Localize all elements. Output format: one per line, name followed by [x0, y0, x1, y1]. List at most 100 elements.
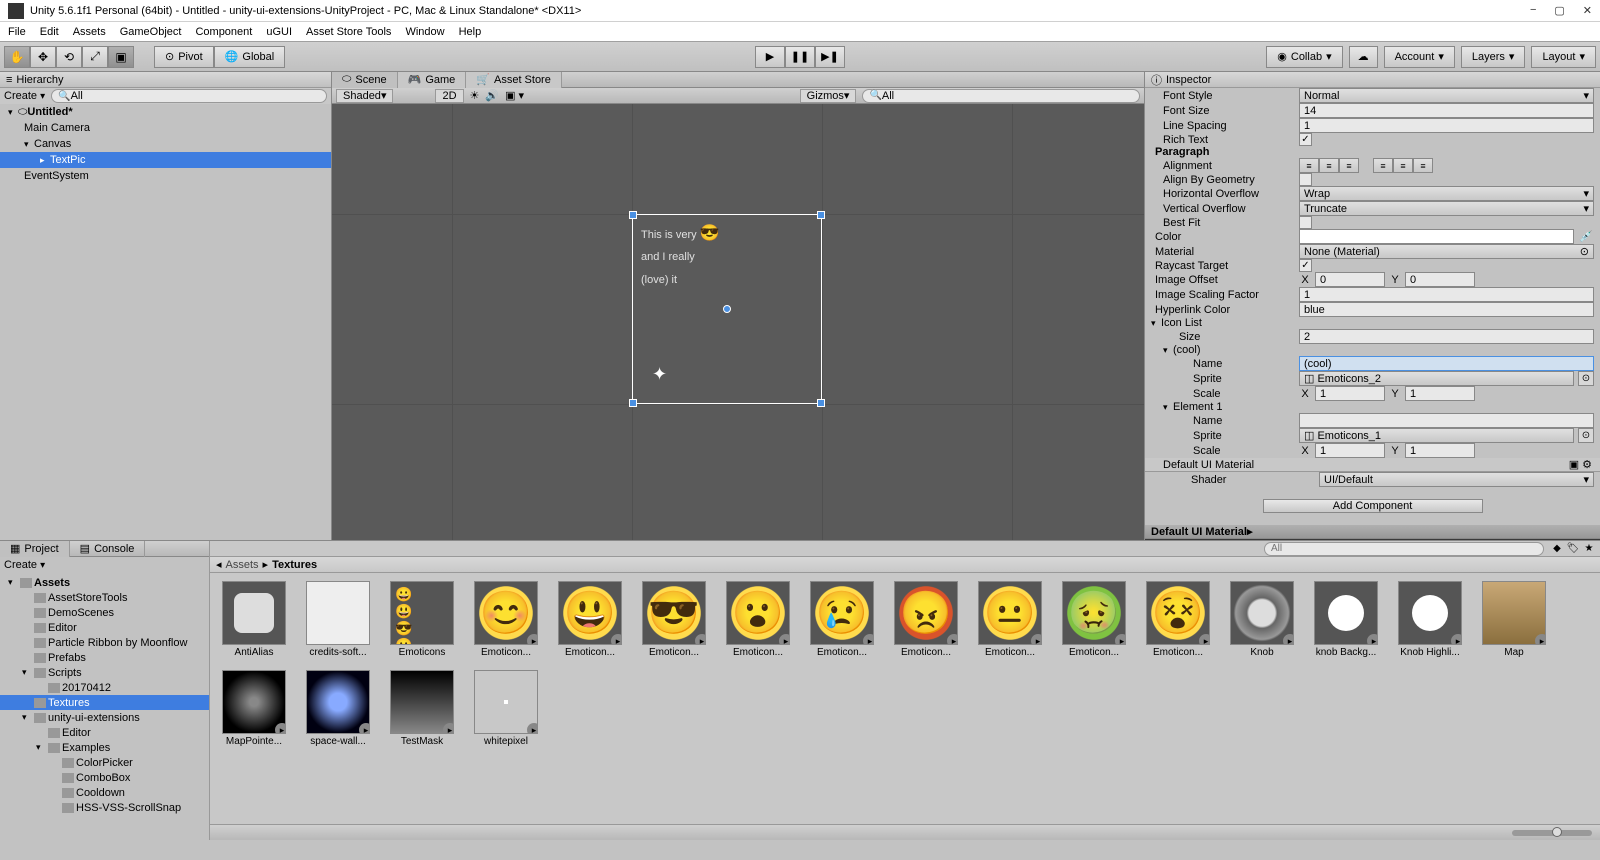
eyedropper-icon[interactable]: 💉 [1578, 229, 1594, 244]
pause-button[interactable]: ❚❚ [785, 46, 815, 68]
asset-knob-backg-[interactable]: knob Backg... [1310, 581, 1382, 658]
cool-expander[interactable]: ▾ [1163, 345, 1173, 356]
asset-antialias[interactable]: AntiAlias [218, 581, 290, 658]
cool-sprite-field[interactable]: ◫ Emoticons_2 [1299, 371, 1574, 386]
project-tree-cooldown[interactable]: Cooldown [0, 785, 209, 800]
project-tree-editor[interactable]: Editor [0, 620, 209, 635]
cool-name-input[interactable] [1299, 356, 1594, 371]
tab-console[interactable]: ▤ Console [70, 541, 146, 557]
close-button[interactable]: ✕ [1583, 4, 1592, 17]
zoom-slider[interactable] [1512, 830, 1592, 836]
asset-emoticon-[interactable]: 😎Emoticon... [638, 581, 710, 658]
align-bottom[interactable]: ≡ [1413, 158, 1433, 173]
project-create[interactable]: Create ▾ [4, 559, 45, 571]
scene-gizmos[interactable]: Gizmos ▾ [800, 89, 857, 103]
project-tree-hss-vss-scrollsnap[interactable]: HSS-VSS-ScrollSnap [0, 800, 209, 815]
cloud-button[interactable]: ☁ [1349, 46, 1378, 68]
elem1-scale-x[interactable] [1315, 443, 1385, 458]
breadcrumb-textures[interactable]: Textures [272, 559, 317, 571]
best-fit-checkbox[interactable] [1299, 216, 1312, 229]
rotate-tool[interactable]: ⟲ [56, 46, 82, 68]
scale-tool[interactable]: ⤢ [82, 46, 108, 68]
hyperlink-color-input[interactable] [1299, 302, 1594, 317]
move-tool[interactable]: ✥ [30, 46, 56, 68]
scene-light-icon[interactable]: ☀ [470, 89, 480, 102]
tab-game[interactable]: 🎮 Game [398, 72, 467, 88]
shader-dropdown[interactable]: UI/Default▾ [1319, 472, 1594, 487]
rich-text-checkbox[interactable]: ✓ [1299, 133, 1312, 146]
asset-emoticon-[interactable]: 😃Emoticon... [554, 581, 626, 658]
asset-emoticon-[interactable]: 😠Emoticon... [890, 581, 962, 658]
material-field[interactable]: None (Material)⊙ [1299, 244, 1594, 259]
asset-emoticon-[interactable]: 😐Emoticon... [974, 581, 1046, 658]
size-input[interactable] [1299, 329, 1594, 344]
project-tree-examples[interactable]: ▾ Examples [0, 740, 209, 755]
project-tree-combobox[interactable]: ComboBox [0, 770, 209, 785]
breadcrumb-assets[interactable]: Assets [226, 559, 259, 571]
play-button[interactable]: ▶ [755, 46, 785, 68]
h-overflow-dropdown[interactable]: Wrap▾ [1299, 186, 1594, 201]
asset-credits-soft-[interactable]: credits-soft... [302, 581, 374, 658]
cool-scale-x[interactable] [1315, 386, 1385, 401]
project-tree-assets[interactable]: ▾ Assets [0, 575, 209, 590]
scene-fx-icon[interactable]: ▣ ▾ [505, 89, 524, 102]
hand-tool[interactable]: ✋ [4, 46, 30, 68]
elem1-sprite-picker[interactable]: ⊙ [1578, 428, 1594, 443]
project-tree-demoscenes[interactable]: DemoScenes [0, 605, 209, 620]
menu-component[interactable]: Component [195, 26, 252, 38]
menu-ugui[interactable]: uGUI [266, 26, 292, 38]
asset-emoticons[interactable]: 😀😃😎😮😢😠Emoticons [386, 581, 458, 658]
project-tree-scripts[interactable]: ▾ Scripts [0, 665, 209, 680]
scene-render-mode[interactable]: Shaded ▾ [336, 89, 393, 103]
iconlist-expander[interactable]: ▾ [1151, 318, 1161, 329]
hierarchy-item-eventsystem[interactable]: EventSystem [0, 168, 331, 184]
maximize-button[interactable]: ▢ [1554, 4, 1564, 17]
asset-map[interactable]: Map [1478, 581, 1550, 658]
font-size-input[interactable] [1299, 103, 1594, 118]
font-style-dropdown[interactable]: Normal▾ [1299, 88, 1594, 103]
scene-search[interactable]: 🔍All [862, 89, 1140, 103]
search-star-icon[interactable]: ★ [1582, 542, 1596, 556]
project-search[interactable] [1264, 542, 1544, 556]
elem1-name-input[interactable] [1299, 413, 1594, 428]
v-overflow-dropdown[interactable]: Truncate▾ [1299, 201, 1594, 216]
elem1-expander[interactable]: ▾ [1163, 402, 1173, 413]
elem1-sprite-field[interactable]: ◫ Emoticons_1 [1299, 428, 1574, 443]
rect-tool[interactable]: ▣ [108, 46, 134, 68]
account-dropdown[interactable]: Account ▾ [1384, 46, 1455, 68]
project-tree-textures[interactable]: Textures [0, 695, 209, 710]
menu-gameobject[interactable]: GameObject [120, 26, 182, 38]
align-top[interactable]: ≡ [1373, 158, 1393, 173]
scene-2d-toggle[interactable]: 2D [435, 89, 463, 103]
asset-emoticon-[interactable]: 😢Emoticon... [806, 581, 878, 658]
collab-dropdown[interactable]: ◉ Collab ▾ [1266, 46, 1342, 68]
menu-file[interactable]: File [8, 26, 26, 38]
hierarchy-search[interactable]: 🔍All [51, 89, 327, 103]
pivot-toggle[interactable]: ⊙ Pivot [154, 46, 214, 68]
image-scaling-input[interactable] [1299, 287, 1594, 302]
menu-assets[interactable]: Assets [73, 26, 106, 38]
asset-knob[interactable]: Knob [1226, 581, 1298, 658]
align-center[interactable]: ≡ [1319, 158, 1339, 173]
material-options-icon[interactable]: ▣ ⚙ [1569, 458, 1592, 471]
search-label-icon[interactable]: 🏷 [1566, 542, 1580, 556]
hierarchy-create[interactable]: Create ▾ [4, 90, 45, 102]
hierarchy-item-canvas[interactable]: ▾Canvas [0, 136, 331, 152]
asset-whitepixel[interactable]: whitepixel [470, 670, 542, 747]
project-tree-20170412[interactable]: 20170412 [0, 680, 209, 695]
project-tree-particle-ribbon-by-moonflow[interactable]: Particle Ribbon by Moonflow [0, 635, 209, 650]
project-tree-unity-ui-extensions[interactable]: ▾ unity-ui-extensions [0, 710, 209, 725]
align-right[interactable]: ≡ [1339, 158, 1359, 173]
asset-emoticon-[interactable]: 😮Emoticon... [722, 581, 794, 658]
asset-knob-highli-[interactable]: Knob Highli... [1394, 581, 1466, 658]
menu-window[interactable]: Window [405, 26, 444, 38]
asset-emoticon-[interactable]: 😊Emoticon... [470, 581, 542, 658]
project-tree-editor[interactable]: Editor [0, 725, 209, 740]
asset-space-wall-[interactable]: space-wall... [302, 670, 374, 747]
tab-scene[interactable]: ⬭ Scene [332, 72, 398, 88]
elem1-scale-y[interactable] [1405, 443, 1475, 458]
menu-edit[interactable]: Edit [40, 26, 59, 38]
image-offset-y[interactable] [1405, 272, 1475, 287]
project-tree-prefabs[interactable]: Prefabs [0, 650, 209, 665]
layout-dropdown[interactable]: Layout ▾ [1531, 46, 1596, 68]
